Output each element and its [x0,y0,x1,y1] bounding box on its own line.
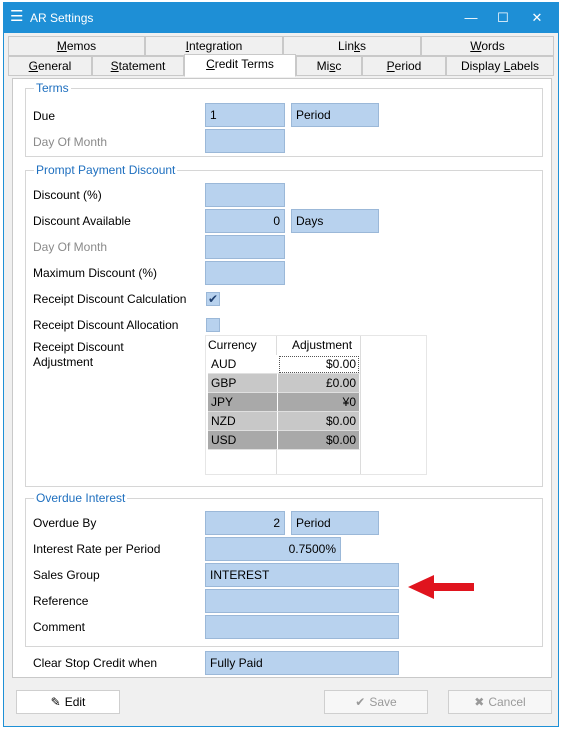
footer-bar: ✎ Edit ✔ Save ✖ Cancel [8,686,554,720]
edit-button[interactable]: ✎ Edit [16,690,120,714]
tab-memos[interactable]: Memos [8,36,145,56]
receipt-discount-allocation-checkbox[interactable] [206,318,220,332]
table-row[interactable]: GBP £0.00 [208,374,360,393]
tab-statement[interactable]: Statement [92,56,184,76]
currency-cell: JPY [208,393,278,412]
currency-column-header: Currency [208,338,257,352]
overdue-by-unit-field[interactable]: Period [291,511,379,535]
receipt-discount-adjustment-label: Receipt Discount Adjustment [33,340,124,369]
discount-available-field[interactable]: 0 [205,209,285,233]
adjustment-cell[interactable]: $0.00 [278,412,360,431]
currency-cell: GBP [208,374,278,393]
receipt-discount-calculation-label: Receipt Discount Calculation [33,292,187,306]
red-arrow-shape [408,575,474,599]
interest-rate-field[interactable]: 0.7500% [205,537,341,561]
overdue-by-field[interactable]: 2 [205,511,285,535]
minimize-icon[interactable]: — [456,7,486,29]
tab-links[interactable]: Links [283,36,421,56]
prompt-payment-legend: Prompt Payment Discount [36,163,176,177]
discount-label: Discount (%) [33,188,102,202]
red-arrow-icon [408,575,474,599]
tab-period[interactable]: Period [362,56,446,76]
discount-available-unit-field[interactable]: Days [291,209,379,233]
ar-settings-window: ☰ AR Settings — ☐ ✕ Memos Integration Li… [3,2,559,727]
clear-stop-credit-label: Clear Stop Credit when [33,656,158,670]
receipt-discount-adjustment-grid[interactable]: Currency Adjustment AUD $0.00 GBP £0.00 … [205,335,427,475]
clear-stop-credit-field[interactable]: Fully Paid [205,651,399,675]
discount-day-of-month-field[interactable] [205,235,285,259]
table-row[interactable]: JPY ¥0 [208,393,360,412]
grid-column-divider [360,336,361,474]
tab-misc[interactable]: Misc [296,56,362,76]
interest-rate-label: Interest Rate per Period [33,542,161,556]
discount-available-label: Discount Available [33,214,131,228]
table-row[interactable]: USD $0.00 [208,431,360,450]
due-field[interactable]: 1 [205,103,285,127]
due-unit-field[interactable]: Period [291,103,379,127]
tab-integration[interactable]: Integration [145,36,283,56]
maximum-discount-label: Maximum Discount (%) [33,266,158,280]
comment-label: Comment [33,620,86,634]
overdue-interest-legend: Overdue Interest [36,491,126,505]
comment-field[interactable] [205,615,399,639]
terms-legend: Terms [36,81,69,95]
reference-field[interactable] [205,589,399,613]
adjustment-cell[interactable]: £0.00 [278,374,360,393]
currency-cell: AUD [208,355,278,374]
currency-cell: NZD [208,412,278,431]
save-button[interactable]: ✔ Save [324,690,428,714]
terms-day-of-month-label: Day Of Month [33,135,108,149]
maximize-icon[interactable]: ☐ [488,7,518,29]
adjustment-column-header: Adjustment [292,338,353,352]
edit-icon: ✎ [50,695,61,709]
currency-cell: USD [208,431,278,450]
receipt-discount-allocation-label: Receipt Discount Allocation [33,318,179,332]
cancel-x-icon: ✖ [474,695,485,709]
adjustment-cell[interactable]: ¥0 [278,393,360,412]
discount-field[interactable] [205,183,285,207]
maximum-discount-field[interactable] [205,261,285,285]
table-row[interactable]: NZD $0.00 [208,412,360,431]
cancel-button[interactable]: ✖ Cancel [448,690,552,714]
hamburger-menu-icon[interactable]: ☰ [10,9,23,25]
sales-group-field[interactable]: INTEREST [205,563,399,587]
title-bar: ☰ AR Settings — ☐ ✕ [4,3,558,33]
tab-words[interactable]: Words [421,36,554,56]
receipt-discount-calculation-checkbox[interactable]: ✔ [206,292,220,306]
tab-display-labels[interactable]: Display Labels [446,56,554,76]
tab-credit-terms[interactable]: Credit Terms [184,54,296,77]
discount-day-of-month-label: Day Of Month [33,240,108,254]
checkmark-icon: ✔ [207,292,219,306]
due-label: Due [33,109,56,123]
adjustment-cell[interactable]: $0.00 [278,431,360,450]
window-title: AR Settings [30,11,94,25]
tab-strip: Memos Integration Links Words General St… [8,36,554,78]
table-row[interactable]: AUD $0.00 [208,355,360,374]
tab-general[interactable]: General [8,56,92,76]
adjustment-cell[interactable]: $0.00 [278,355,360,374]
close-icon[interactable]: ✕ [522,7,552,29]
overdue-by-label: Overdue By [33,516,97,530]
terms-day-of-month-field[interactable] [205,129,285,153]
reference-label: Reference [33,594,89,608]
sales-group-label: Sales Group [33,568,100,582]
checkmark-icon: ✔ [355,695,366,709]
